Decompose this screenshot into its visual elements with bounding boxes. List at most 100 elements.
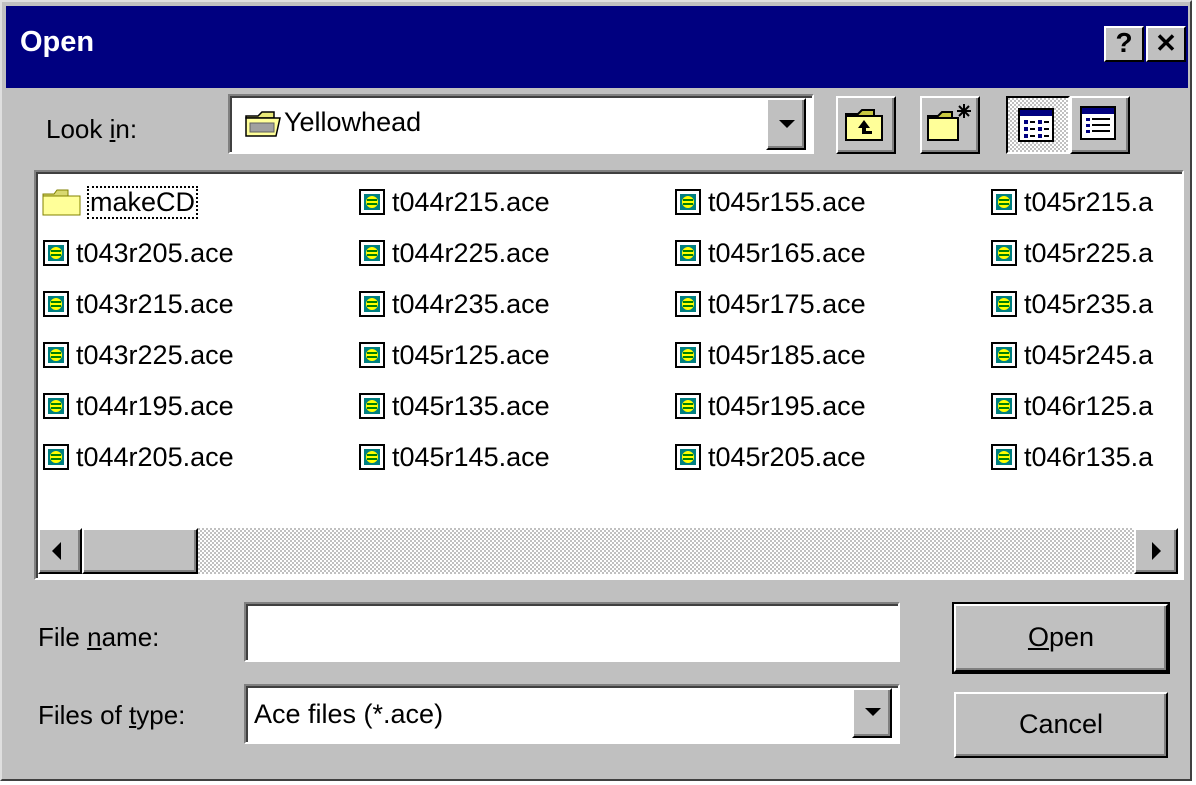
file-name-text: t044r195.ace — [76, 390, 234, 421]
list-view-icon — [1018, 108, 1054, 142]
ace-file-icon — [991, 342, 1017, 368]
file-name-text: t045r175.ace — [708, 288, 866, 319]
file-name-text: t045r245.a — [1024, 339, 1154, 370]
new-folder-icon — [927, 104, 971, 141]
ace-file-icon — [359, 189, 385, 215]
file-item[interactable]: t046r135.a — [990, 435, 1153, 479]
file-item[interactable]: t045r225.a — [990, 231, 1153, 275]
file-name-text: t045r215.a — [1024, 186, 1154, 217]
horizontal-scrollbar[interactable] — [38, 528, 1178, 574]
file-item[interactable]: t045r155.ace — [674, 180, 866, 224]
ace-file-icon — [991, 444, 1017, 470]
ace-file-icon — [675, 393, 701, 419]
file-name-text: t045r145.ace — [392, 441, 550, 472]
file-name-text: t045r165.ace — [708, 237, 866, 268]
chevron-down-icon — [779, 120, 795, 128]
file-list[interactable]: makeCD t043r205.ace t043r215.ace t043r225.a… — [34, 170, 1184, 580]
file-name-text: t044r225.ace — [392, 237, 550, 268]
ace-file-icon — [359, 291, 385, 317]
folder-up-icon — [845, 109, 883, 141]
file-name-input[interactable] — [244, 602, 900, 662]
folder-item[interactable]: makeCD — [42, 180, 199, 224]
file-item[interactable]: t045r215.a — [990, 180, 1153, 224]
folder-icon — [42, 189, 81, 216]
file-name-text: t045r205.ace — [708, 441, 866, 472]
file-type-value: Ace files (*.ace) — [254, 699, 444, 729]
file-name-text: t045r135.ace — [392, 390, 550, 421]
scroll-thumb[interactable] — [82, 528, 198, 574]
file-name-text: t043r225.ace — [76, 339, 234, 370]
file-item[interactable]: t043r205.ace — [42, 231, 234, 275]
open-button[interactable]: Open — [954, 604, 1168, 672]
scroll-left-button[interactable] — [38, 528, 82, 574]
look-in-combobox[interactable]: Yellowhead — [228, 94, 814, 154]
file-name-text: t043r205.ace — [76, 237, 234, 268]
file-name-text: t044r215.ace — [392, 186, 550, 217]
file-name-text: makeCD — [86, 185, 199, 219]
file-item[interactable]: t045r235.a — [990, 282, 1153, 326]
file-name-text: t045r155.ace — [708, 186, 866, 217]
file-item[interactable]: t045r145.ace — [358, 435, 550, 479]
file-name-text: t045r225.a — [1024, 237, 1154, 268]
file-name-label: File name: — [38, 622, 160, 652]
details-view-button[interactable] — [1070, 96, 1130, 154]
ace-file-icon — [359, 444, 385, 470]
ace-file-icon — [359, 393, 385, 419]
ace-file-icon — [675, 444, 701, 470]
look-in-dropdown-button[interactable] — [766, 98, 806, 150]
ace-file-icon — [991, 291, 1017, 317]
file-item[interactable]: t044r235.ace — [358, 282, 550, 326]
file-name-text: t045r125.ace — [392, 339, 550, 370]
file-item[interactable]: t045r205.ace — [674, 435, 866, 479]
ace-file-icon — [991, 189, 1017, 215]
file-item[interactable]: t045r135.ace — [358, 384, 550, 428]
ace-file-icon — [675, 240, 701, 266]
file-type-select[interactable]: Ace files (*.ace) — [244, 684, 900, 744]
ace-file-icon — [43, 393, 69, 419]
ace-file-icon — [43, 291, 69, 317]
file-item[interactable]: t045r165.ace — [674, 231, 866, 275]
open-dialog: Open ? ✕ Look in: Yellowhead makeCD t043… — [0, 0, 1192, 781]
ace-file-icon — [675, 291, 701, 317]
file-name-text: t046r125.a — [1024, 390, 1154, 421]
cancel-button[interactable]: Cancel — [954, 692, 1168, 758]
arrow-left-icon — [52, 542, 61, 560]
folder-icon — [245, 111, 281, 137]
look-in-value: Yellowhead — [284, 107, 422, 137]
open-button-frame[interactable]: Open — [952, 602, 1170, 674]
file-item[interactable]: t044r215.ace — [358, 180, 550, 224]
file-item[interactable]: t045r175.ace — [674, 282, 866, 326]
file-item[interactable]: t044r195.ace — [42, 384, 234, 428]
title-bar[interactable]: Open ? ✕ — [6, 6, 1188, 88]
file-name-text: t045r195.ace — [708, 390, 866, 421]
file-item[interactable]: t044r225.ace — [358, 231, 550, 275]
arrow-right-icon — [1152, 542, 1161, 560]
ace-file-icon — [359, 342, 385, 368]
close-button[interactable]: ✕ — [1146, 26, 1186, 62]
up-one-level-button[interactable] — [836, 96, 896, 154]
file-name-text: t046r135.a — [1024, 441, 1154, 472]
file-item[interactable]: t046r125.a — [990, 384, 1153, 428]
file-item[interactable]: t045r195.ace — [674, 384, 866, 428]
help-button[interactable]: ? — [1104, 26, 1144, 62]
scroll-right-button[interactable] — [1134, 528, 1178, 574]
file-name-text: t044r205.ace — [76, 441, 234, 472]
chevron-down-icon — [865, 708, 881, 716]
file-item[interactable]: t045r125.ace — [358, 333, 550, 377]
list-view-button[interactable] — [1006, 96, 1070, 154]
create-new-folder-button[interactable] — [920, 96, 980, 154]
ace-file-icon — [991, 393, 1017, 419]
ace-file-icon — [43, 240, 69, 266]
file-type-label: Files of type: — [38, 700, 186, 730]
file-name-text: t044r235.ace — [392, 288, 550, 319]
file-type-dropdown-button[interactable] — [852, 688, 892, 738]
file-item[interactable]: t044r205.ace — [42, 435, 234, 479]
ace-file-icon — [359, 240, 385, 266]
details-view-icon — [1080, 106, 1116, 140]
file-item[interactable]: t045r185.ace — [674, 333, 866, 377]
file-name-text: t045r185.ace — [708, 339, 866, 370]
file-item[interactable]: t043r215.ace — [42, 282, 234, 326]
file-item[interactable]: t043r225.ace — [42, 333, 234, 377]
window-title: Open — [20, 26, 95, 58]
file-item[interactable]: t045r245.a — [990, 333, 1153, 377]
